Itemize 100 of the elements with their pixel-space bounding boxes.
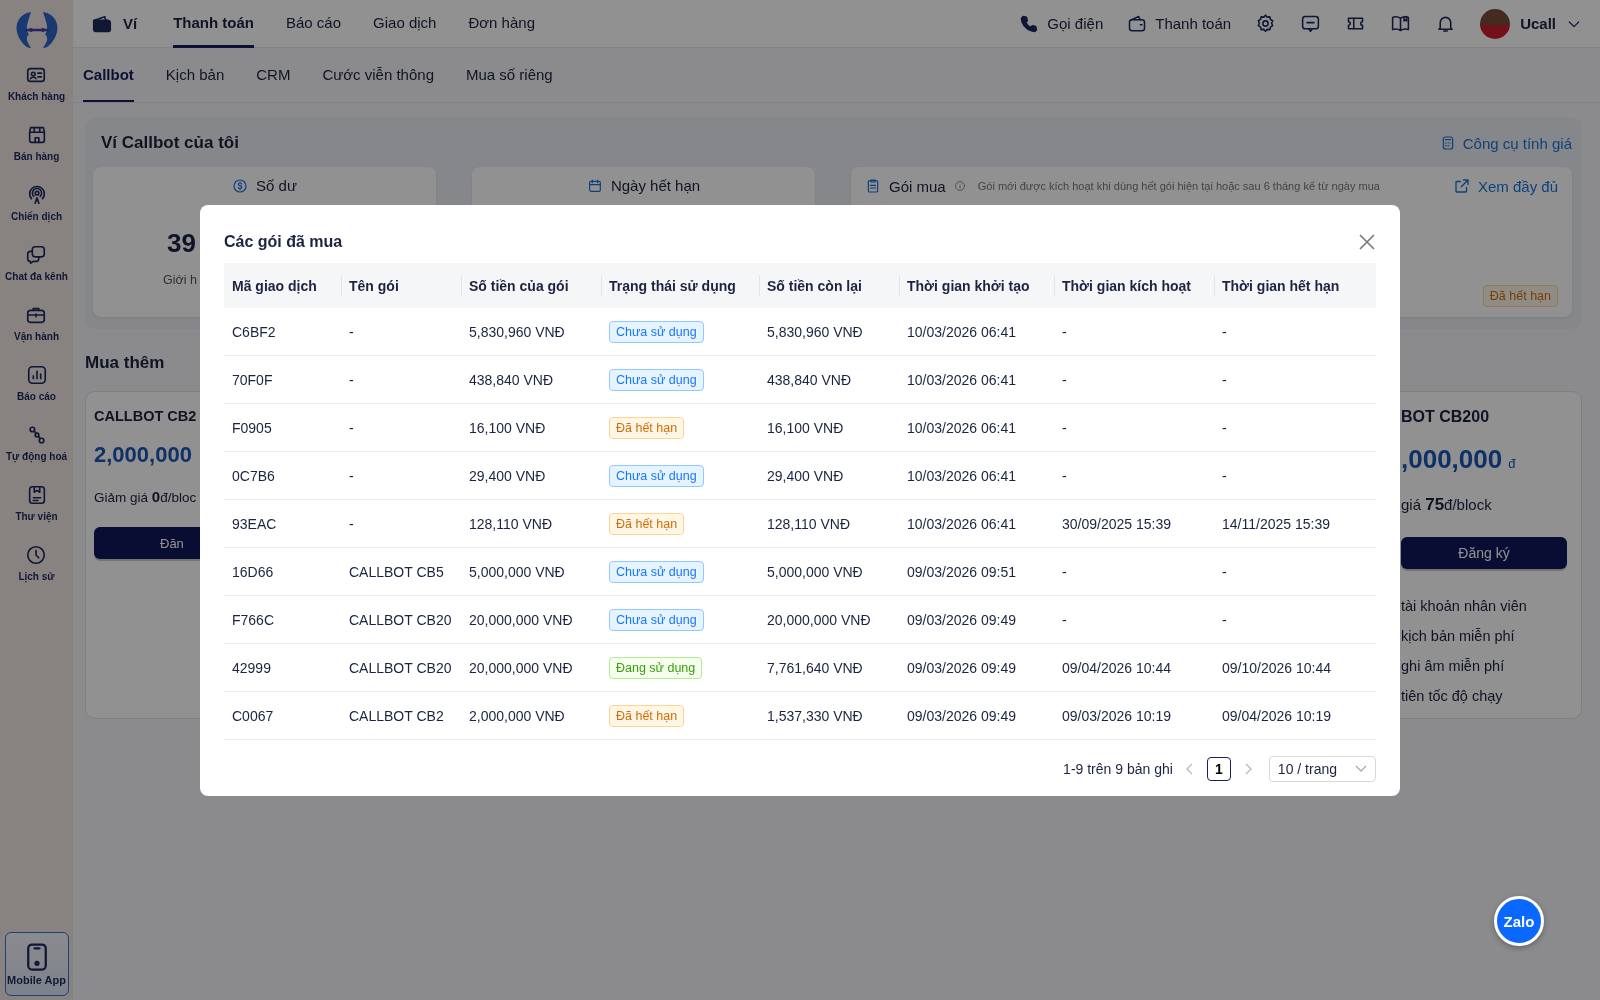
plan-feature: kịch bản miễn phí [1401, 627, 1516, 646]
sidebar-item[interactable]: Chat đa kênh [5, 244, 68, 304]
table-cell: - [341, 356, 461, 404]
user-name[interactable]: Ucall [1520, 15, 1556, 32]
plan-feature: tiên tốc độ chạy [1401, 687, 1504, 706]
balance-caption: Giới h [163, 273, 197, 287]
table-cell: 438,840 VNĐ [461, 356, 601, 404]
sub-tab[interactable]: Cước viễn thông [322, 48, 434, 102]
call-button[interactable]: Gọi điện [1019, 13, 1104, 34]
table-cell: - [341, 404, 461, 452]
sub-tab[interactable]: Kịch bản [165, 48, 225, 102]
column-header: Thời gian kích hoạt [1054, 263, 1214, 308]
column-header: Trạng thái sử dụng [601, 263, 759, 308]
sub-tab[interactable]: Mua số riêng [466, 48, 553, 102]
table-cell: - [1214, 404, 1376, 452]
table-cell: - [1054, 404, 1214, 452]
phone-icon [1019, 13, 1040, 34]
table-cell: F0905 [224, 404, 341, 452]
book-icon[interactable] [1390, 13, 1412, 34]
table-cell: 93EAC [224, 500, 341, 548]
column-header: Số tiền còn lại [759, 263, 899, 308]
nav-tab[interactable]: Báo cáo [286, 0, 342, 48]
table-cell: 2,000,000 VNĐ [461, 692, 601, 740]
table-cell: 5,830,960 VNĐ [461, 308, 601, 356]
plan-name: BOT CB200 [1401, 408, 1491, 426]
sub-tab[interactable]: Callbot [83, 48, 134, 102]
card-title: Số dư [256, 177, 297, 194]
table-cell: C6BF2 [224, 308, 341, 356]
sidebar-item[interactable]: Vận hành [14, 304, 59, 364]
sub-tab[interactable]: CRM [256, 48, 291, 102]
table-cell: - [1054, 596, 1214, 644]
payment-button[interactable]: Thanh toán [1127, 13, 1232, 34]
nav-tab[interactable]: Đơn hàng [468, 0, 535, 48]
table-cell: - [1054, 452, 1214, 500]
sidebar-item[interactable]: Lịch sử [18, 544, 55, 604]
sidebar-item[interactable]: Thư viện [15, 484, 58, 544]
table-cell: 16,100 VNĐ [759, 404, 899, 452]
table-cell: 10/03/2026 06:41 [899, 452, 1054, 500]
status-tag: Đã hết hạn [609, 416, 685, 439]
table-cell: 0C7B6 [224, 452, 341, 500]
table-cell: 16D66 [224, 548, 341, 596]
logo-icon[interactable] [14, 10, 59, 50]
table-cell: 09/03/2026 09:49 [899, 692, 1054, 740]
close-button[interactable] [1358, 233, 1376, 251]
table-cell: CALLBOT CB20 [341, 596, 461, 644]
bar-chart-icon [25, 364, 48, 386]
table-cell: 09/03/2026 09:49 [899, 596, 1054, 644]
table-cell: - [341, 452, 461, 500]
section-title: Ví [123, 15, 138, 32]
nav-tab[interactable]: Thanh toán [173, 0, 254, 48]
table-cell: - [341, 308, 461, 356]
status-tag: Đã hết hạn [609, 704, 685, 727]
wallet-title: Ví Callbot của tôi [101, 133, 239, 153]
plan-discount: Giảm giá 0đ/bloc [94, 488, 198, 505]
sidebar-item[interactable]: Báo cáo [17, 364, 56, 424]
sidebar-item[interactable]: Chiến dịch [10, 184, 63, 244]
table-cell: 10/03/2026 06:41 [899, 500, 1054, 548]
status-tag: Đang sử dụng [609, 656, 703, 679]
status-tag: Đã hết hạn [609, 512, 685, 535]
plan-feature: ghi âm miễn phí [1401, 657, 1506, 676]
table-cell: 09/04/2026 10:19 [1214, 692, 1376, 740]
chat-icon[interactable] [1300, 13, 1322, 34]
table-cell: 09/03/2026 09:49 [899, 644, 1054, 692]
table-cell: CALLBOT CB20 [341, 644, 461, 692]
external-link-icon [1452, 177, 1471, 195]
table-cell: CALLBOT CB5 [341, 548, 461, 596]
dialog-title: Các gói đã mua [224, 233, 343, 251]
clock-icon [25, 544, 48, 566]
mobile-app-button[interactable]: Mobile App [4, 932, 69, 996]
status-tag: Đã hết hạn [1482, 285, 1558, 307]
table-cell: 20,000,000 VNĐ [461, 596, 601, 644]
record-count: 1-9 trên 9 bản ghi [1063, 761, 1173, 777]
table-cell: - [1054, 356, 1214, 404]
price-tool-link[interactable]: Công cụ tính giá [1439, 134, 1572, 152]
table-cell: - [1214, 596, 1376, 644]
table-cell: 30/09/2025 15:39 [1054, 500, 1214, 548]
table-cell: 20,000,000 VNĐ [759, 596, 899, 644]
sidebar-item[interactable]: Bán hàng [13, 124, 60, 184]
column-header: Số tiền của gói [461, 263, 601, 308]
column-header: Thời gian khởi tạo [899, 263, 1054, 308]
table-cell: 128,110 VNĐ [461, 500, 601, 548]
page-size-select[interactable]: 10 / trang [1268, 756, 1376, 782]
table-cell: 16,100 VNĐ [461, 404, 601, 452]
table-cell: F766C [224, 596, 341, 644]
status-tag: Chưa sử dụng [609, 464, 704, 487]
table-cell: - [1214, 452, 1376, 500]
page-button[interactable]: 1 [1206, 757, 1231, 781]
card-title: Ngày hết hạn [610, 177, 701, 194]
sidebar-item[interactable]: Tự động hoá [5, 424, 68, 484]
nav-tab[interactable]: Giao dịch [373, 0, 437, 48]
sidebar-item[interactable]: Khách hàng [7, 64, 66, 124]
table-cell: - [341, 500, 461, 548]
status-tag: Chưa sử dụng [609, 608, 704, 631]
avatar[interactable] [1480, 8, 1511, 39]
plan-feature: tài khoản nhân viên [1401, 597, 1528, 616]
table-cell: C0067 [224, 692, 341, 740]
table-cell: 14/11/2025 15:39 [1214, 500, 1376, 548]
view-all-link[interactable]: Xem đầy đủ [1452, 177, 1558, 195]
register-button[interactable]: Đăng ký [1401, 537, 1567, 569]
table-cell: 09/03/2026 10:19 [1054, 692, 1214, 740]
